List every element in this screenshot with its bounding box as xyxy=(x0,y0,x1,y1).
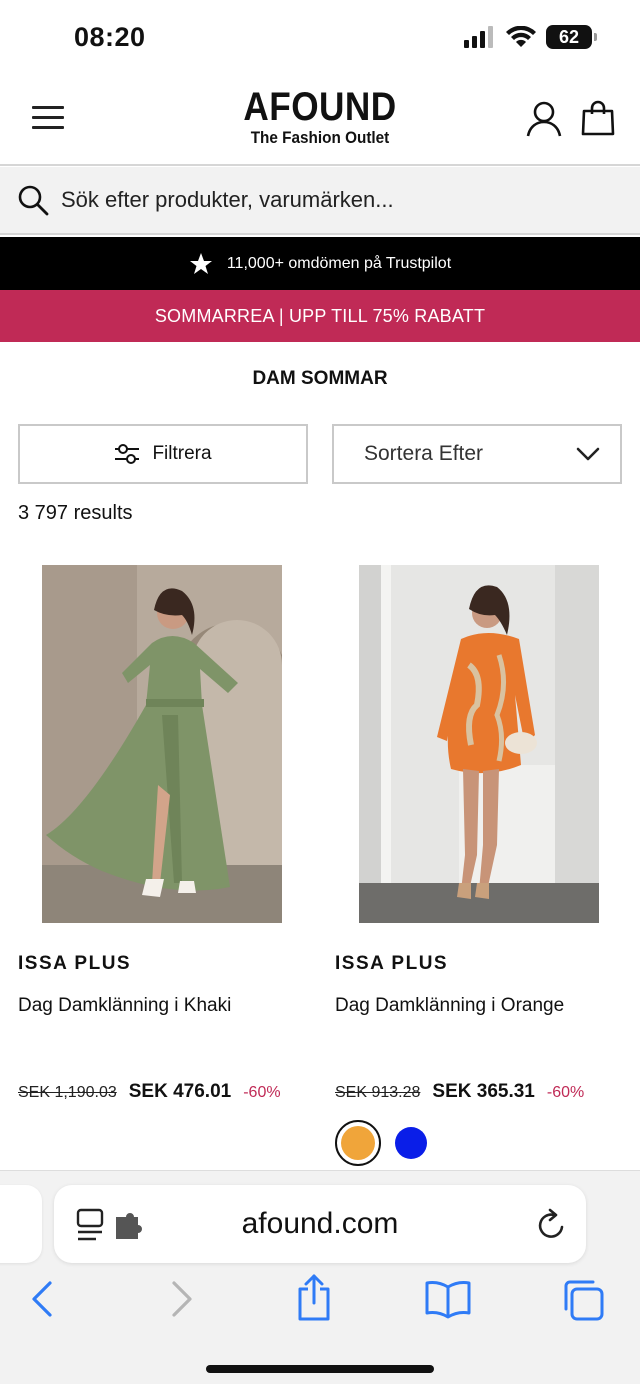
account-button[interactable] xyxy=(525,100,563,143)
browser-toolbar xyxy=(0,1274,640,1325)
cart-button[interactable] xyxy=(581,100,615,141)
product-prices: SEK 1,190.03 SEK 476.01 -60% xyxy=(18,1081,281,1103)
discount-badge: -60% xyxy=(546,1084,585,1101)
shopping-bag-icon xyxy=(581,100,615,136)
status-time: 08:20 xyxy=(74,22,146,52)
swatch-orange-selected[interactable] xyxy=(335,1120,381,1166)
swatch-dot xyxy=(341,1126,375,1160)
product-title[interactable]: Dag Damklänning i Khaki xyxy=(18,995,288,1017)
reload-icon[interactable] xyxy=(536,1207,568,1241)
product-photo-orange-dress xyxy=(359,565,599,923)
status-icons: 62 xyxy=(464,25,597,49)
product-brand: ISSA PLUS xyxy=(18,953,132,974)
original-price: SEK 1,190.03 xyxy=(18,1084,117,1101)
product-prices: SEK 913.28 SEK 365.31 -60% xyxy=(335,1081,584,1103)
sale-price: SEK 476.01 xyxy=(128,1081,232,1102)
site-header: AFOUND The Fashion Outlet xyxy=(0,72,640,166)
results-count: 3 797 results xyxy=(18,502,133,524)
share-icon[interactable] xyxy=(294,1273,334,1323)
product-title[interactable]: Dag Damklänning i Orange xyxy=(335,995,605,1017)
tabs-icon[interactable] xyxy=(560,1277,606,1323)
promo-text: SOMMARREA | UPP TILL 75% RABATT xyxy=(154,305,486,326)
bookmarks-icon[interactable] xyxy=(424,1277,472,1321)
page-title: DAM SOMMAR xyxy=(252,368,388,389)
color-swatches xyxy=(335,1120,427,1166)
sort-dropdown[interactable]: Sortera Efter xyxy=(332,424,622,484)
sale-price: SEK 365.31 xyxy=(432,1081,535,1102)
search-bar[interactable]: Sök efter produkter, varumärken... xyxy=(0,167,640,235)
forward-icon[interactable] xyxy=(168,1277,196,1321)
user-icon xyxy=(526,101,562,137)
filter-label: Filtrera xyxy=(152,443,212,464)
address-bar[interactable]: afound.com xyxy=(54,1185,586,1263)
product-photo-khaki-dress xyxy=(42,565,282,923)
search-icon xyxy=(18,185,49,216)
product-card[interactable]: ISSA PLUS Dag Damklänning i Orange SEK 9… xyxy=(335,565,605,1102)
status-bar: 08:20 62 xyxy=(0,0,640,72)
original-price: SEK 913.28 xyxy=(335,1084,421,1101)
product-brand: ISSA PLUS xyxy=(335,953,449,974)
trustpilot-banner[interactable]: 11,000+ omdömen på Trustpilot xyxy=(0,237,640,290)
star-icon xyxy=(189,252,212,274)
product-image[interactable] xyxy=(42,565,282,923)
product-image[interactable] xyxy=(359,565,599,923)
signal-icon xyxy=(464,26,493,48)
sort-label: Sortera Efter xyxy=(364,442,484,465)
safari-toolbar: afound.com xyxy=(0,1170,640,1384)
previous-tab-preview[interactable] xyxy=(0,1185,42,1263)
back-icon[interactable] xyxy=(28,1277,56,1321)
promo-banner[interactable]: SOMMARREA | UPP TILL 75% RABATT xyxy=(0,290,640,342)
swatch-blue[interactable] xyxy=(395,1127,427,1159)
battery-icon: 62 xyxy=(546,25,597,49)
battery-level: 62 xyxy=(558,26,580,47)
product-card[interactable]: ISSA PLUS Dag Damklänning i Khaki SEK 1,… xyxy=(18,565,288,1102)
trustpilot-text: 11,000+ omdömen på Trustpilot xyxy=(226,254,452,272)
url-text: afound.com xyxy=(241,1207,399,1240)
filter-button[interactable]: Filtrera xyxy=(18,424,308,484)
logo-wordmark: AFOUND xyxy=(243,85,397,129)
wifi-icon xyxy=(506,26,536,47)
search-input[interactable]: Sök efter produkter, varumärken... xyxy=(61,187,394,213)
logo-tagline: The Fashion Outlet xyxy=(250,128,390,147)
discount-badge: -60% xyxy=(243,1084,281,1101)
chevron-down-icon xyxy=(576,447,600,461)
sliders-icon xyxy=(115,444,140,464)
home-indicator xyxy=(206,1365,434,1373)
